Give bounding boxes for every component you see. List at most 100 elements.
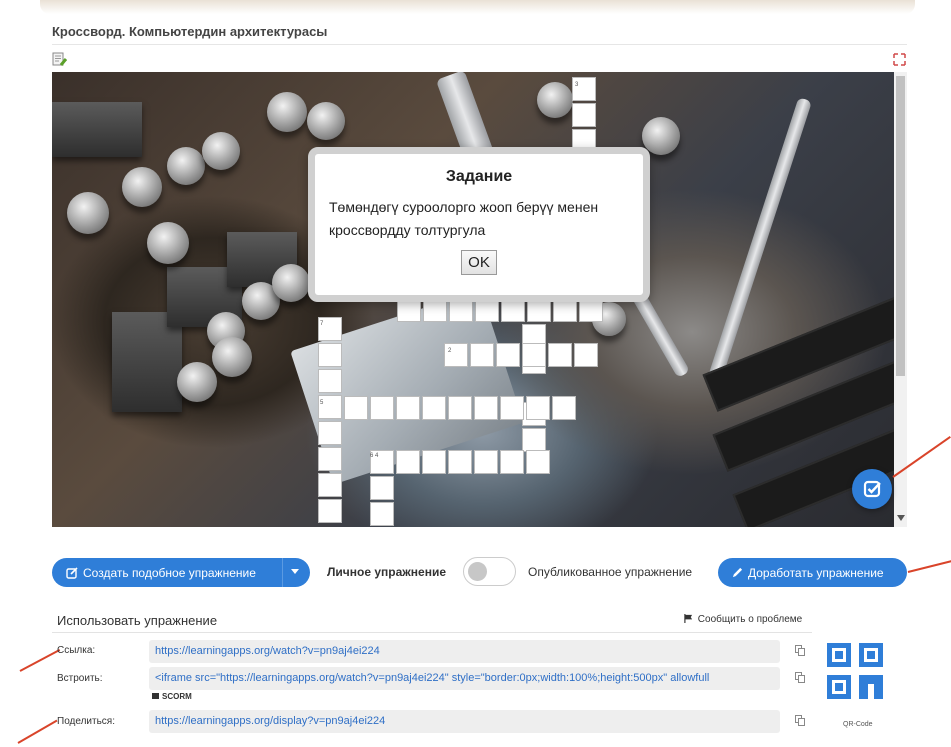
crossword-cell[interactable] (572, 77, 596, 101)
section-divider (52, 632, 812, 633)
bg-capacitor (67, 192, 109, 234)
crossword-cell[interactable] (444, 343, 468, 367)
qr-code-icon[interactable] (825, 641, 885, 701)
check-edit-icon (863, 480, 881, 498)
link-field[interactable]: https://learningapps.org/watch?v=pn9aj4e… (149, 640, 780, 663)
bg-capacitor (177, 362, 217, 402)
bg-component (112, 312, 182, 412)
crossword-cell[interactable] (448, 450, 472, 474)
bg-capacitor (212, 337, 252, 377)
exercise-title: Кроссворд. Компьютердин архитектурасы (52, 24, 328, 39)
crossword-cell[interactable] (548, 343, 572, 367)
ok-button[interactable]: OK (461, 250, 497, 275)
report-problem-label: Сообщить о проблеме (697, 614, 803, 625)
improve-exercise-button[interactable]: Доработать упражнение (718, 558, 907, 587)
scorm-label: SCORM (162, 692, 192, 701)
page: Кроссворд. Компьютердин архитектурасы 3 … (0, 0, 951, 747)
embed-field[interactable]: <iframe src="https://learningapps.org/wa… (149, 667, 780, 690)
bg-capacitor (642, 117, 680, 155)
crossword-cell[interactable] (318, 421, 342, 445)
dialog-title: Задание (445, 168, 513, 185)
clue-number: 3 (575, 82, 579, 88)
publish-toggle[interactable] (463, 557, 516, 586)
crossword-cell[interactable] (470, 343, 494, 367)
share-field[interactable]: https://learningapps.org/display?v=pn9aj… (149, 710, 780, 733)
crossword-cell[interactable] (370, 476, 394, 500)
toggle-knob (468, 562, 487, 581)
crossword-cell[interactable] (396, 450, 420, 474)
crossword-cell[interactable] (370, 450, 394, 474)
clue-number: 6 (370, 453, 374, 459)
chevron-down-icon[interactable] (897, 515, 905, 521)
pencil-icon (732, 567, 743, 578)
private-exercise-label: Личное упражнение (327, 565, 447, 579)
chevron-down-icon[interactable] (291, 569, 299, 575)
crossword-cell[interactable] (370, 502, 394, 526)
bg-capacitor (537, 82, 573, 118)
copy-icon[interactable] (795, 672, 805, 683)
crossword-cell[interactable] (318, 343, 342, 367)
crossword-cell[interactable] (370, 396, 394, 420)
crossword-cell[interactable] (318, 395, 342, 419)
title-divider (52, 44, 907, 45)
bg-component (52, 102, 142, 157)
use-exercise-title: Использовать упражнение (57, 613, 218, 628)
bg-capacitor (122, 167, 162, 207)
crossword-cell[interactable] (318, 369, 342, 393)
top-shadow (40, 0, 915, 14)
crossword-cell[interactable] (552, 396, 576, 420)
dialog-text: Төмөндөгү суроолорго жооп берүү менен кр… (329, 199, 599, 238)
scorm-icon (152, 693, 159, 699)
bg-capacitor (167, 147, 205, 185)
scorm-link[interactable]: SCORM (152, 692, 192, 701)
report-problem-link[interactable]: Сообщить о проблеме (684, 614, 802, 625)
crossword-cell[interactable] (422, 396, 446, 420)
crossword-cell[interactable] (474, 450, 498, 474)
published-exercise-label: Опубликованное упражнение (528, 565, 693, 579)
bg-capacitor (267, 92, 307, 132)
crossword-cell[interactable] (318, 447, 342, 471)
annotation-arrow (19, 648, 61, 672)
crossword-cell[interactable] (572, 103, 596, 127)
check-button[interactable] (852, 469, 892, 509)
crossword-cell[interactable] (396, 396, 420, 420)
crossword-cell[interactable] (318, 473, 342, 497)
scrollbar-thumb[interactable] (896, 76, 905, 376)
edit-icon (66, 566, 78, 579)
create-similar-button[interactable]: Создать подобное упражнение (52, 558, 310, 587)
qr-code-label: QR-Code (843, 721, 873, 728)
crossword-cell[interactable] (574, 343, 598, 367)
bg-capacitor (147, 222, 189, 264)
crossword-cell[interactable] (526, 450, 550, 474)
crossword-cell[interactable] (344, 396, 368, 420)
improve-exercise-label: Доработать упражнение (748, 565, 884, 580)
crossword-cell[interactable] (448, 396, 472, 420)
clue-number: 2 (448, 348, 452, 354)
crossword-cell[interactable] (496, 343, 520, 367)
task-dialog: Задание Төмөндөгү суроолорго жооп берүү … (308, 147, 650, 302)
copy-icon[interactable] (795, 715, 805, 726)
annotation-arrow (17, 719, 58, 744)
bg-capacitor (202, 132, 240, 170)
split-divider (282, 558, 283, 587)
crossword-cell[interactable] (318, 499, 342, 523)
embed-label: Встроить: (57, 673, 103, 684)
copy-icon[interactable] (795, 645, 805, 656)
crossword-cell[interactable] (500, 450, 524, 474)
crossword-cell[interactable] (526, 396, 550, 420)
crossword-cell[interactable] (474, 396, 498, 420)
crossword-cell[interactable] (422, 450, 446, 474)
crossword-cell[interactable] (522, 428, 546, 452)
annotation-arrow (907, 558, 951, 573)
bg-capacitor (307, 102, 345, 140)
flag-icon (684, 614, 693, 623)
stage-scrollbar[interactable] (894, 72, 907, 527)
help-icon[interactable] (52, 52, 67, 67)
clue-number: 4 (375, 453, 379, 459)
share-label: Поделиться: (57, 716, 115, 727)
crossword-cell[interactable] (522, 343, 546, 367)
crossword-cell[interactable] (500, 396, 524, 420)
fullscreen-icon[interactable] (893, 53, 906, 66)
clue-number: 7 (320, 321, 324, 327)
bg-capacitor (272, 264, 310, 302)
